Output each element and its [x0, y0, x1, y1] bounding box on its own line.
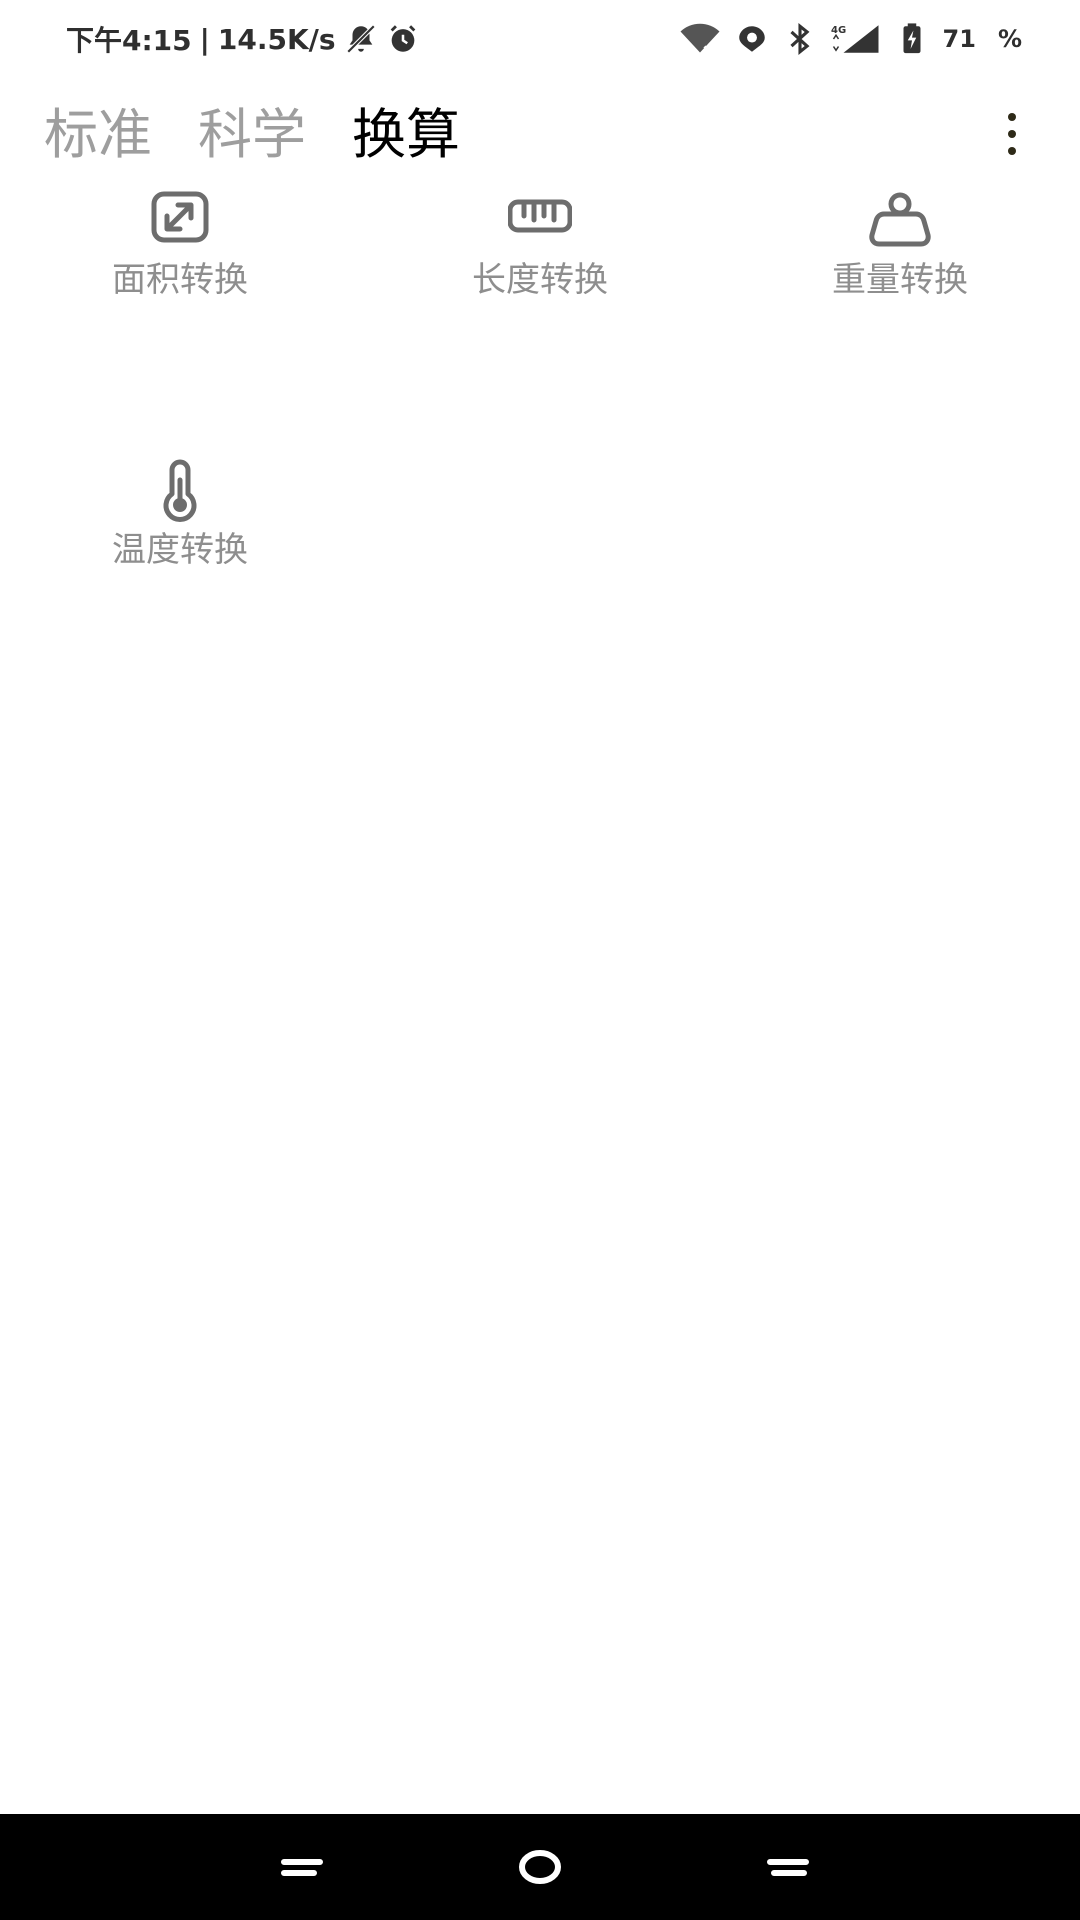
- area-expand-icon: [148, 188, 212, 252]
- top-app-bar: 标准 科学 换算: [0, 80, 1080, 190]
- bluetooth-icon: [783, 22, 817, 56]
- more-vert-icon: [1008, 113, 1016, 155]
- tab-scientific[interactable]: 科学: [198, 108, 306, 162]
- status-time: 下午4:15: [66, 24, 192, 57]
- status-left: 下午4:15 | 14.5K/s: [66, 20, 420, 58]
- cellular-signal-icon: 4G: [831, 22, 881, 56]
- converter-temperature-label: 温度转换: [112, 530, 248, 570]
- converter-grid: 面积转换 长度转换 重量转换 温度转换: [0, 180, 1080, 720]
- converter-length[interactable]: 长度转换: [360, 180, 720, 450]
- wifi-icon: [679, 22, 721, 56]
- notifications-muted-icon: [344, 22, 378, 56]
- converter-area[interactable]: 面积转换: [0, 180, 360, 450]
- network-type-text: 4G: [831, 25, 846, 36]
- nav-home-button[interactable]: [500, 1836, 580, 1898]
- more-options-button[interactable]: [980, 94, 1044, 174]
- tab-standard[interactable]: 标准: [44, 108, 152, 162]
- nav-recents-icon: [767, 1859, 809, 1876]
- status-bar: 下午4:15 | 14.5K/s 4G 71 %: [0, 0, 1080, 78]
- tab-conversion[interactable]: 换算: [352, 108, 460, 162]
- system-nav-bar: [0, 1814, 1080, 1920]
- thermometer-icon: [148, 458, 212, 522]
- status-separator: |: [199, 22, 210, 56]
- status-network-speed: 14.5K/s: [217, 22, 336, 56]
- converter-weight-label: 重量转换: [832, 260, 968, 300]
- ruler-icon: [508, 188, 572, 252]
- location-icon: [735, 22, 769, 56]
- converter-temperature[interactable]: 温度转换: [0, 450, 360, 720]
- nav-recents-button[interactable]: [746, 1836, 826, 1898]
- status-right: 4G 71 %: [679, 20, 1022, 58]
- battery-charging-icon: [895, 22, 929, 56]
- mode-tabs: 标准 科学 换算: [44, 80, 460, 190]
- weight-icon: [868, 188, 932, 252]
- converter-area-label: 面积转换: [112, 260, 248, 300]
- converter-weight[interactable]: 重量转换: [720, 180, 1080, 450]
- app-screen: 下午4:15 | 14.5K/s 4G 71 % 标准 科学 换算 面积转换 长…: [0, 0, 1080, 1920]
- nav-menu-icon: [281, 1859, 323, 1876]
- alarm-icon: [386, 22, 420, 56]
- nav-menu-button[interactable]: [262, 1836, 342, 1898]
- nav-home-icon: [519, 1850, 561, 1884]
- converter-length-label: 长度转换: [472, 260, 608, 300]
- battery-level-text: 71: [942, 25, 976, 53]
- battery-percent-text: %: [997, 25, 1022, 53]
